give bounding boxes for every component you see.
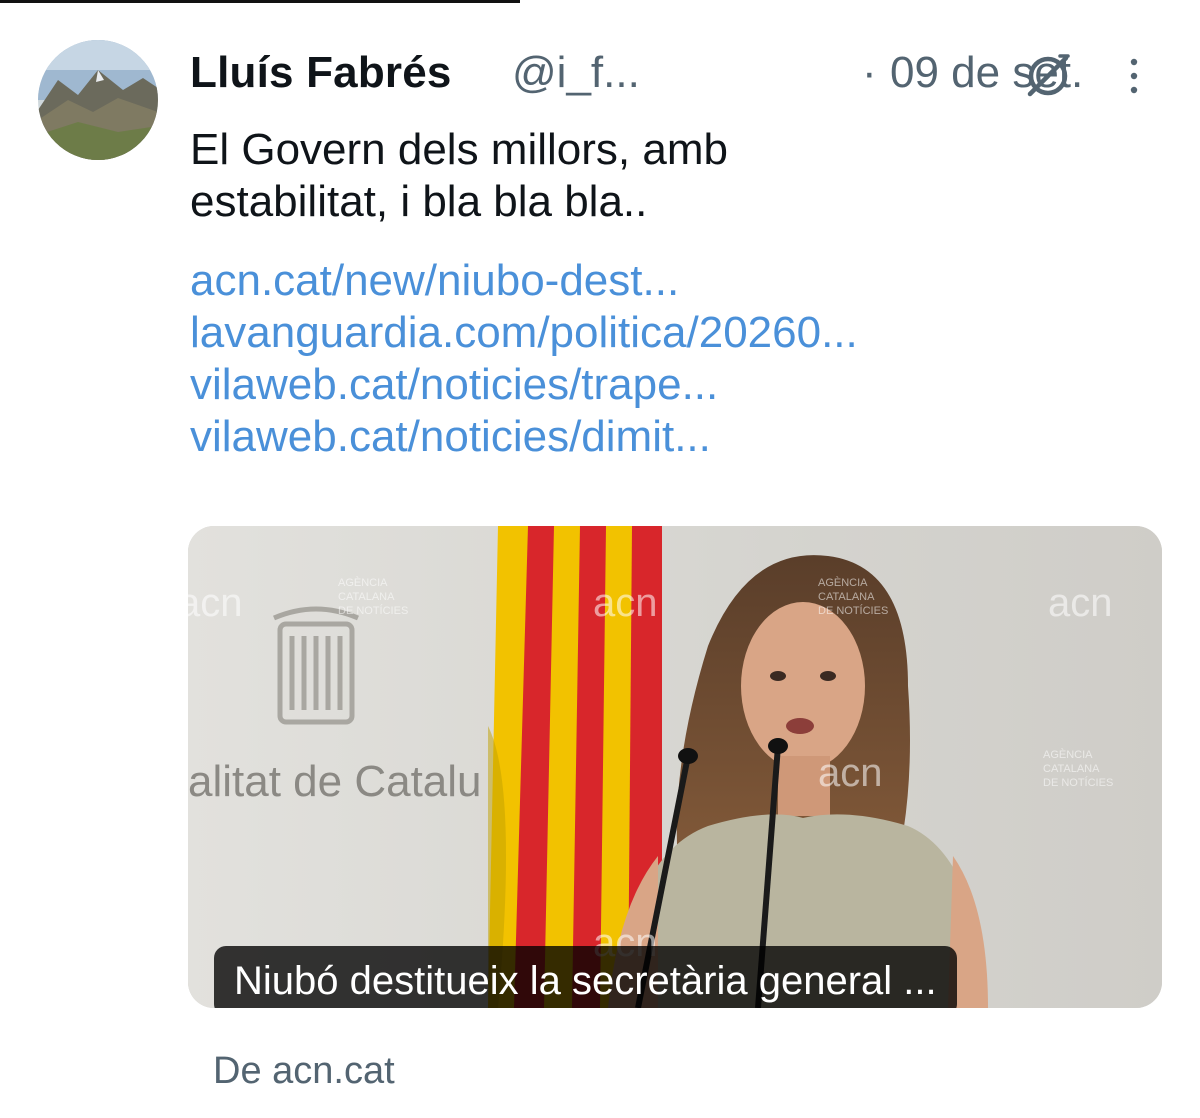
watermark-text: CATALANA [1043, 763, 1100, 775]
link-lavanguardia[interactable]: lavanguardia.com/politica/20260... [190, 307, 1150, 359]
more-vertical-icon[interactable] [1120, 48, 1148, 104]
watermark-logo: acn [1048, 581, 1113, 625]
watermark-text: AGÈNCIA [338, 576, 388, 589]
watermark-text: AGÈNCIA [1043, 748, 1093, 761]
watermark-text: DE NOTÍCIES [338, 604, 408, 617]
link-vilaweb-dimit[interactable]: vilaweb.cat/noticies/dimit... [190, 411, 1150, 463]
post-header: Lluís Fabrés @i_f... · 09 de set. [190, 42, 1170, 112]
watermark-text: DE NOTÍCIES [1043, 776, 1113, 789]
backdrop-text: alitat de Catalu [188, 757, 482, 806]
link-preview-card[interactable]: alitat de Catalu acn acn acn acn acn AGÈ… [188, 526, 1162, 1008]
watermark-logo: acn [818, 751, 883, 795]
post-text-line: El Govern dels millors, amb [190, 125, 728, 174]
card-caption: Niubó destitueix la secretària general .… [214, 946, 957, 1008]
link-vilaweb-trape[interactable]: vilaweb.cat/noticies/trape... [190, 359, 1150, 411]
author-name[interactable]: Lluís Fabrés [190, 48, 452, 98]
top-divider [0, 0, 520, 3]
card-source[interactable]: De acn.cat [213, 1050, 395, 1093]
post-links: acn.cat/new/niubo-dest... lavanguardia.c… [190, 255, 1150, 463]
link-acn[interactable]: acn.cat/new/niubo-dest... [190, 255, 1150, 307]
post-text-line: estabilitat, i bla bla bla.. [190, 177, 648, 226]
card-image: alitat de Catalu acn acn acn acn acn AGÈ… [188, 526, 1162, 1008]
grok-icon[interactable] [1020, 48, 1076, 104]
watermark-text: CATALANA [818, 591, 875, 603]
separator-dot: · [862, 48, 877, 97]
watermark-text: DE NOTÍCIES [818, 604, 888, 617]
watermark-text: AGÈNCIA [818, 576, 868, 589]
watermark-text: CATALANA [338, 591, 395, 603]
watermark-logo: acn [593, 581, 658, 625]
tweet-view: Lluís Fabrés @i_f... · 09 de set. El Gov… [0, 0, 1200, 1118]
post-text: El Govern dels millors, amb estabilitat,… [190, 124, 1130, 228]
avatar-mountain-photo [38, 40, 158, 160]
author-handle[interactable]: @i_f... [512, 48, 640, 98]
watermark-logo: acn [188, 581, 243, 625]
avatar[interactable] [38, 40, 158, 160]
